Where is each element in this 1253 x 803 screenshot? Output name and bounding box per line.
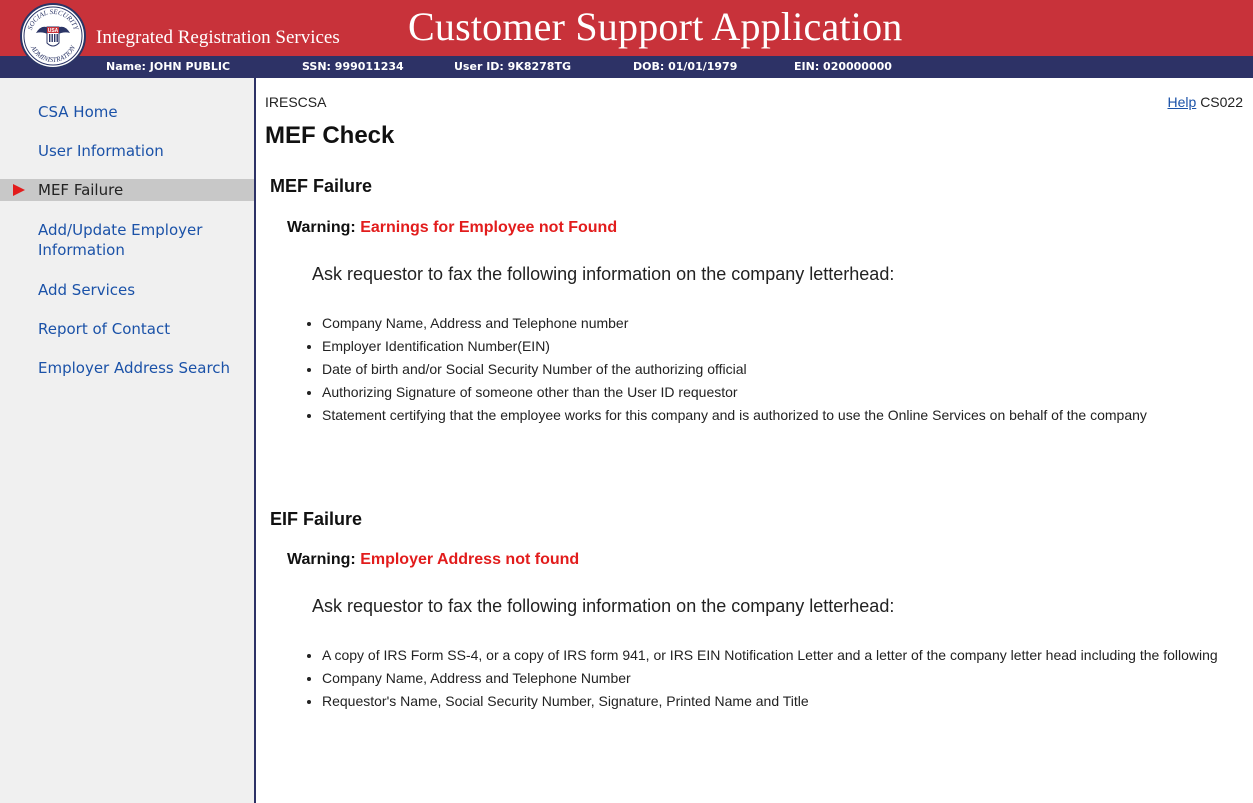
sidebar-item-employer-address-search[interactable]: Employer Address Search	[38, 358, 248, 378]
section-title-eif-failure: EIF Failure	[270, 509, 363, 529]
screen-code: IRESCSA	[265, 94, 327, 110]
instruction-text: Ask requestor to fax the following infor…	[312, 596, 895, 616]
user-name: Name: JOHN PUBLIC	[106, 60, 231, 73]
warning-message: Employer Address not found	[360, 551, 580, 568]
sidebar-item-add-services[interactable]: Add Services	[38, 280, 248, 300]
list-item: Company Name, Address and Telephone numb…	[322, 314, 1253, 333]
list-item: Date of birth and/or Social Security Num…	[322, 360, 1253, 379]
sidebar-item-user-information[interactable]: User Information	[38, 141, 248, 161]
warning-message: Earnings for Employee not Found	[360, 219, 618, 236]
list-item: Statement certifying that the employee w…	[322, 406, 1253, 425]
sidebar-nav: CSA Home User Information MEF Failure Ad…	[0, 78, 256, 803]
warning-eif: Warning: Employer Address not found	[287, 551, 579, 569]
list-item: Employer Identification Number(EIN)	[322, 337, 1253, 356]
svg-text:USA: USA	[48, 28, 59, 34]
requirements-list-mef: Company Name, Address and Telephone numb…	[302, 314, 1253, 429]
page-id: CS022	[1200, 94, 1243, 110]
help-link[interactable]: Help	[1168, 94, 1197, 110]
instruction-text: Ask requestor to fax the following infor…	[312, 264, 895, 284]
section-title-mef-failure: MEF Failure	[270, 176, 373, 196]
requirements-list-eif: A copy of IRS Form SS-4, or a copy of IR…	[302, 646, 1253, 715]
help-area: Help CS022	[1168, 94, 1244, 110]
arrow-right-icon	[13, 184, 25, 196]
sidebar-item-add-update-employer[interactable]: Add/Update Employer Information	[38, 220, 248, 260]
warning-label: Warning:	[287, 219, 356, 236]
warning-mef: Warning: Earnings for Employee not Found	[287, 219, 617, 237]
user-ein: EIN: 020000000	[794, 60, 892, 73]
list-item: A copy of IRS Form SS-4, or a copy of IR…	[322, 646, 1253, 665]
user-id: User ID: 9K8278TG	[454, 60, 571, 73]
application-title: Customer Support Application	[408, 4, 903, 49]
user-dob: DOB: 01/01/1979	[633, 60, 738, 73]
sidebar-item-label: MEF Failure	[38, 181, 124, 199]
list-item: Company Name, Address and Telephone Numb…	[322, 669, 1253, 688]
system-title: Integrated Registration Services	[96, 27, 340, 48]
list-item: Authorizing Signature of someone other t…	[322, 383, 1253, 402]
sidebar-item-report-of-contact[interactable]: Report of Contact	[38, 319, 248, 339]
list-item: Requestor's Name, Social Security Number…	[322, 692, 1253, 711]
warning-label: Warning:	[287, 551, 356, 568]
user-ssn: SSN: 999011234	[302, 60, 404, 73]
sidebar-item-csa-home[interactable]: CSA Home	[38, 102, 248, 122]
ssa-seal-logo: SOCIAL SECURITY ADMINISTRATION USA	[20, 3, 86, 69]
page-title: MEF Check	[265, 122, 395, 149]
sidebar-item-mef-failure[interactable]: MEF Failure	[0, 179, 254, 201]
app-header: SOCIAL SECURITY ADMINISTRATION USA Integ…	[0, 0, 1253, 69]
user-info-bar: Name: JOHN PUBLIC SSN: 999011234 User ID…	[0, 56, 1253, 78]
ssa-seal-graphic: SOCIAL SECURITY ADMINISTRATION USA	[23, 6, 83, 66]
